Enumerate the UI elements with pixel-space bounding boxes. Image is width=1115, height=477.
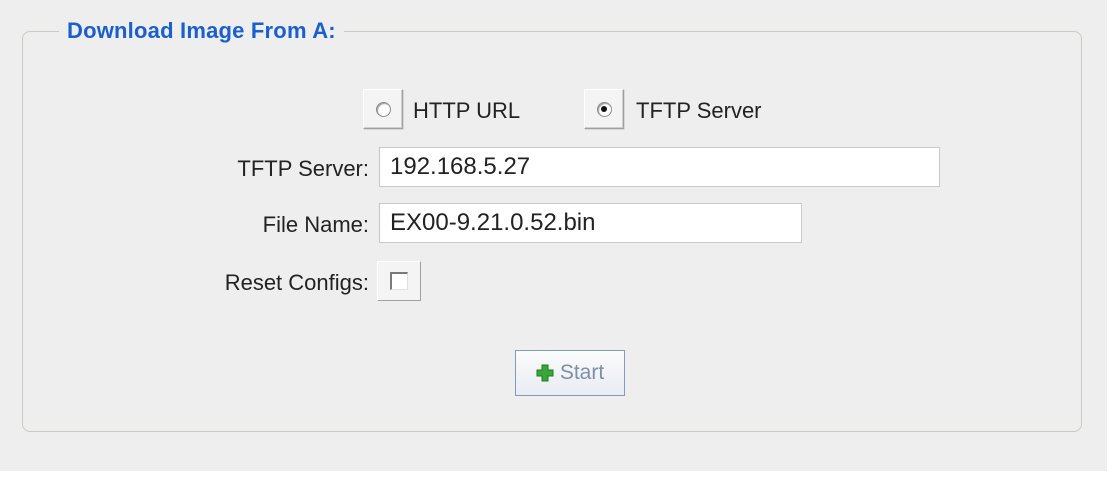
http-url-label[interactable]: HTTP URL bbox=[413, 98, 520, 124]
plus-icon bbox=[536, 364, 554, 382]
file-name-input[interactable] bbox=[379, 203, 802, 243]
reset-configs-checkbox[interactable] bbox=[390, 272, 408, 290]
reset-configs-checkbox-frame[interactable] bbox=[377, 261, 421, 301]
radio-circle-icon bbox=[375, 101, 391, 117]
tftp-server-radio[interactable] bbox=[584, 89, 624, 129]
tftp-server-option-label[interactable]: TFTP Server bbox=[636, 98, 762, 124]
http-url-radio[interactable] bbox=[363, 89, 403, 129]
file-name-label: File Name: bbox=[262, 212, 369, 237]
tftp-server-label: TFTP Server: bbox=[237, 156, 369, 181]
start-button-label: Start bbox=[559, 361, 605, 384]
reset-configs-label: Reset Configs: bbox=[224, 270, 369, 295]
radio-circle-icon bbox=[596, 101, 612, 117]
tftp-server-input[interactable] bbox=[379, 147, 940, 187]
start-button[interactable]: Start bbox=[515, 350, 625, 396]
group-legend: Download Image From A: bbox=[67, 18, 336, 43]
radio-selected-dot-icon bbox=[601, 106, 607, 112]
download-panel: Download Image From A: HTTP URL TFTP Ser… bbox=[0, 0, 1107, 471]
